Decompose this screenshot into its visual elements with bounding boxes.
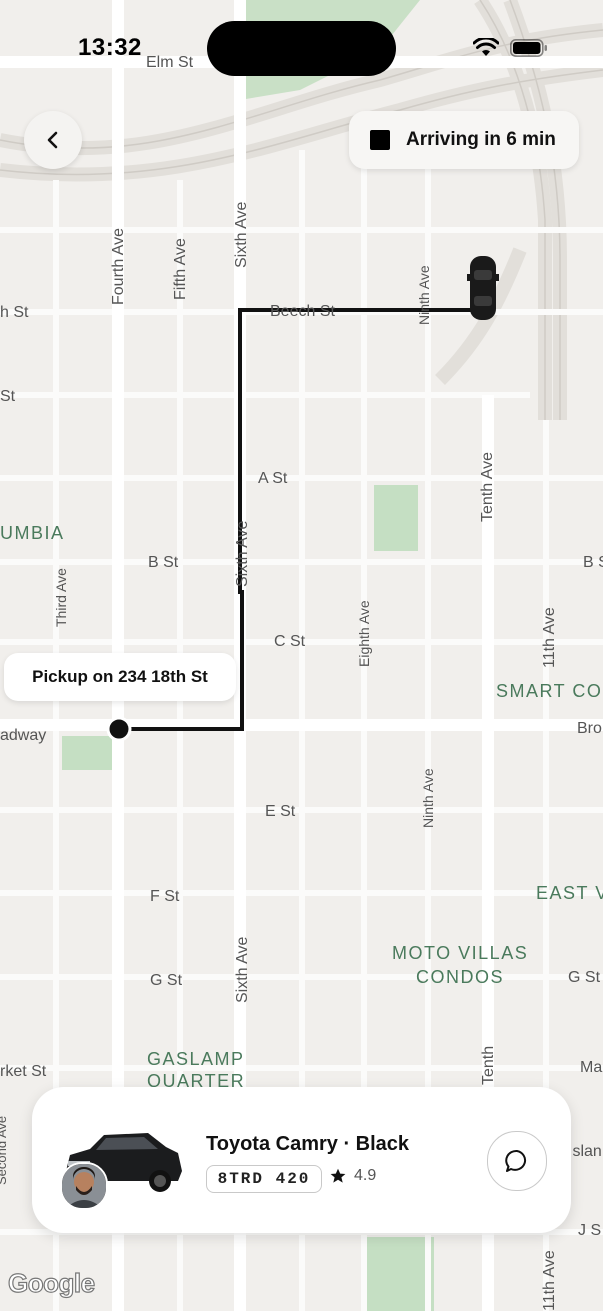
svg-text:C St: C St <box>274 633 306 650</box>
license-plate: 8TRD 420 <box>206 1165 322 1193</box>
back-button[interactable] <box>24 111 82 169</box>
svg-text:MOTO VILLAS: MOTO VILLAS <box>392 943 528 963</box>
svg-text:G St: G St <box>568 969 601 986</box>
arrival-text: Arriving in 6 min <box>406 129 556 150</box>
svg-text:rket St: rket St <box>0 1063 47 1080</box>
svg-text:G St: G St <box>150 972 183 989</box>
dynamic-island <box>207 21 396 76</box>
svg-text:E St: E St <box>265 803 296 820</box>
svg-text:Tenth Ave: Tenth Ave <box>479 452 496 522</box>
battery-icon <box>510 39 547 57</box>
svg-text:Third Ave: Third Ave <box>53 568 69 627</box>
svg-text:Tenth: Tenth <box>480 1046 497 1085</box>
chat-bubble-icon <box>505 1149 527 1172</box>
svg-text:J S: J S <box>578 1222 601 1239</box>
svg-text:Ninth Ave: Ninth Ave <box>420 768 436 828</box>
svg-text:Ma: Ma <box>580 1059 602 1076</box>
rating-value: 4.9 <box>354 1167 377 1184</box>
arrival-banner: Arriving in 6 min <box>349 111 579 169</box>
svg-text:Eighth Ave: Eighth Ave <box>356 600 372 667</box>
wifi-icon <box>473 38 499 56</box>
svg-text:Second Ave: Second Ave <box>0 1116 9 1185</box>
svg-text:Sixth Ave: Sixth Ave <box>234 520 251 587</box>
chevron-left-icon <box>47 131 58 149</box>
car-name: Toyota Camry · Black <box>206 1133 410 1155</box>
svg-text:Ninth Ave: Ninth Ave <box>416 265 432 325</box>
svg-text:h St: h St <box>0 304 29 321</box>
car-marker-icon <box>467 256 499 320</box>
svg-text:Beech St: Beech St <box>270 303 335 320</box>
svg-text:GASLAMP: GASLAMP <box>147 1049 245 1069</box>
google-attribution: Google <box>7 1267 95 1298</box>
svg-text:UMBIA: UMBIA <box>0 523 65 543</box>
svg-text:Fifth Ave: Fifth Ave <box>172 238 189 300</box>
park-area <box>62 736 114 770</box>
svg-text:B St: B St <box>148 554 179 571</box>
svg-text:Sixth Ave: Sixth Ave <box>233 201 250 268</box>
park-area <box>366 1237 434 1311</box>
svg-text:11th Ave: 11th Ave <box>541 607 558 668</box>
park-area <box>374 485 418 551</box>
driver-avatar[interactable] <box>60 1162 108 1210</box>
svg-text:B S: B S <box>583 554 603 571</box>
pickup-label[interactable]: Pickup on 234 18th St <box>4 653 236 701</box>
svg-text:Sixth Ave: Sixth Ave <box>234 936 251 1003</box>
status-time: 13:32 <box>78 34 142 61</box>
svg-text:St: St <box>0 388 16 405</box>
svg-text:adway: adway <box>0 727 46 744</box>
svg-text:SMART CO: SMART CO <box>496 681 602 701</box>
svg-text:Fourth Ave: Fourth Ave <box>110 228 127 305</box>
svg-text:EAST V: EAST V <box>536 883 603 903</box>
star-icon <box>330 1168 346 1183</box>
status-square-icon <box>370 130 390 150</box>
svg-text:F St: F St <box>150 888 180 905</box>
svg-text:CONDOS: CONDOS <box>416 967 504 987</box>
svg-text:A St: A St <box>258 470 288 487</box>
driver-rating: 4.9 <box>330 1167 376 1185</box>
svg-text:Islan: Islan <box>568 1143 602 1160</box>
svg-text:Bro: Bro <box>577 720 602 737</box>
driver-card[interactable]: Toyota Camry · Black 8TRD 420 4.9 <box>32 1087 571 1233</box>
chat-button[interactable] <box>487 1131 547 1191</box>
status-bar: 13:32 <box>0 0 603 96</box>
pickup-pin[interactable] <box>106 716 132 742</box>
svg-text:11th Ave: 11th Ave <box>541 1250 558 1311</box>
